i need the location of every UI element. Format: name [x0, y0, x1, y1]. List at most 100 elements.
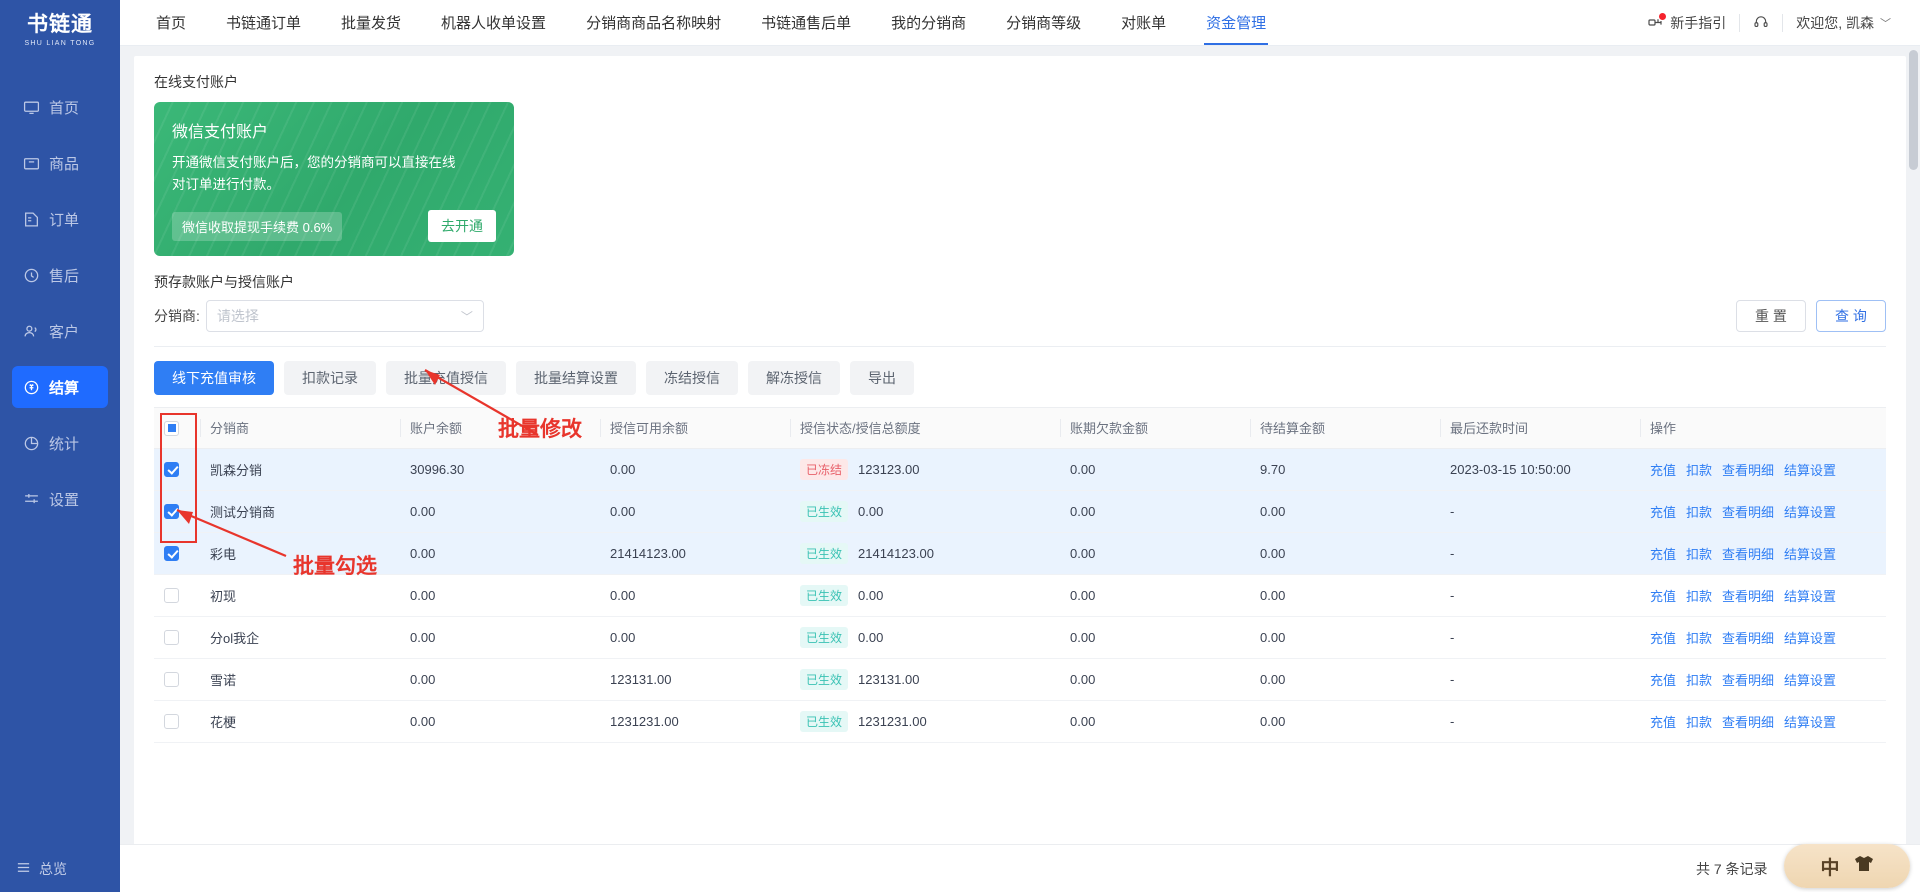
row-checkbox[interactable]	[164, 714, 179, 730]
action-link[interactable]: 结算设置	[1784, 463, 1836, 478]
action-link[interactable]: 充值	[1650, 631, 1676, 646]
table-row[interactable]: 凯森分销 30996.30 0.00 已冻结 123123.00 0.00 9.70 2023…	[154, 448, 1886, 491]
tab-statements[interactable]: 对账单	[1101, 0, 1186, 45]
support-button[interactable]	[1740, 12, 1782, 34]
th-credit-status[interactable]: 授信状态/授信总额度	[790, 408, 1060, 449]
action-link[interactable]: 充值	[1650, 505, 1676, 520]
user-menu[interactable]: 欢迎您, 凯森 ﹀	[1783, 12, 1904, 34]
action-link[interactable]: 扣款	[1686, 505, 1712, 520]
logo[interactable]: 书链通 SHU LIAN TONG	[0, 0, 120, 60]
offline-recharge-review-button[interactable]: 线下充值审核	[154, 361, 274, 395]
action-link[interactable]: 查看明细	[1722, 673, 1774, 688]
row-checkbox[interactable]	[164, 672, 179, 688]
shirt-icon[interactable]	[1854, 855, 1874, 878]
action-link[interactable]: 扣款	[1686, 463, 1712, 478]
action-link[interactable]: 扣款	[1686, 631, 1712, 646]
th-debt[interactable]: 账期欠款金额	[1060, 408, 1250, 449]
row-checkbox[interactable]	[164, 462, 179, 478]
table-row[interactable]: 测试分销商 0.00 0.00 已生效 0.00 0.00 0.00- 充值 扣款 查看明细 结算设…	[154, 490, 1886, 533]
tab-batch-ship[interactable]: 批量发货	[321, 0, 421, 45]
table-row[interactable]: 彩电 0.00 21414123.00 已生效 21414123.00 0.00 0.00-…	[154, 532, 1886, 575]
th-credit-avail[interactable]: 授信可用余额	[600, 408, 790, 449]
action-link[interactable]: 充值	[1650, 547, 1676, 562]
action-link[interactable]: 结算设置	[1784, 631, 1836, 646]
tab-label: 批量发货	[341, 15, 402, 32]
sidebar-overview-toggle[interactable]: 总览	[0, 846, 120, 892]
distributor-select-placeholder: 请选择	[216, 308, 259, 324]
table-row[interactable]: 雪诺 0.00 123131.00 已生效 123131.00 0.00 0.00- 充值 扣款…	[154, 658, 1886, 701]
action-link[interactable]: 充值	[1650, 463, 1676, 478]
action-link[interactable]: 查看明细	[1722, 547, 1774, 562]
tab-slt-orders[interactable]: 书链通订单	[206, 0, 321, 45]
sidebar-nav: 首页 商品 订单 售后 客户 结算 统计 设置	[0, 86, 120, 520]
action-link[interactable]: 查看明细	[1722, 631, 1774, 646]
page-scroll: 在线支付账户 微信支付账户 开通微信支付账户后，您的分销商可以直接在线对订单进行…	[120, 46, 1920, 892]
freeze-credit-button[interactable]: 冻结授信	[646, 361, 738, 395]
action-link[interactable]: 查看明细	[1722, 463, 1774, 478]
open-wechat-pay-button[interactable]: 去开通	[428, 210, 496, 242]
distributor-select[interactable]: 请选择 ﹀	[205, 300, 484, 332]
chevron-down-icon: ﹀	[1880, 17, 1891, 30]
action-link[interactable]: 查看明细	[1722, 715, 1774, 730]
action-link[interactable]: 查看明细	[1722, 505, 1774, 520]
tab-home[interactable]: 首页	[136, 0, 206, 45]
action-link[interactable]: 扣款	[1686, 673, 1712, 688]
action-link[interactable]: 结算设置	[1784, 505, 1836, 520]
action-link[interactable]: 结算设置	[1784, 547, 1836, 562]
sidebar-item-settlement[interactable]: 结算	[12, 366, 108, 408]
action-link[interactable]: 结算设置	[1784, 589, 1836, 604]
tab-distributor-levels[interactable]: 分销商等级	[986, 0, 1101, 45]
tab-label: 机器人收单设置	[441, 15, 547, 32]
batch-recharge-credit-button[interactable]: 批量充值授信	[386, 361, 506, 395]
sidebar-item-orders[interactable]: 订单	[12, 198, 108, 240]
action-link[interactable]: 查看明细	[1722, 589, 1774, 604]
action-link[interactable]: 扣款	[1686, 589, 1712, 604]
tab-product-mapping[interactable]: 分销商商品名称映射	[566, 0, 741, 45]
tab-aftersale-orders[interactable]: 书链通售后单	[741, 0, 871, 45]
table-row[interactable]: 花梗 0.00 1231231.00 已生效 1231231.00 0.00 0.00- 充值…	[154, 700, 1886, 743]
batch-settlement-settings-button[interactable]: 批量结算设置	[516, 361, 636, 395]
tab-robot-settings[interactable]: 机器人收单设置	[421, 0, 566, 45]
select-all-checkbox[interactable]	[164, 420, 179, 436]
sidebar-item-stats[interactable]: 统计	[12, 422, 108, 464]
action-link[interactable]: 扣款	[1686, 715, 1712, 730]
row-checkbox[interactable]	[164, 630, 179, 646]
sidebar-item-goods[interactable]: 商品	[12, 142, 108, 184]
cell-actions: 充值 扣款 查看明细 结算设置	[1640, 532, 1886, 575]
newbie-guide-button[interactable]: 新手指引	[1635, 12, 1739, 34]
action-link[interactable]: 扣款	[1686, 547, 1712, 562]
th-distributor[interactable]: 分销商	[200, 408, 400, 449]
export-button[interactable]: 导出	[850, 361, 914, 395]
vertical-scrollbar[interactable]	[1909, 46, 1918, 892]
sidebar-item-home[interactable]: 首页	[12, 86, 108, 128]
sidebar-item-aftersale[interactable]: 售后	[12, 254, 108, 296]
app-root: 书链通 SHU LIAN TONG 首页 商品 订单 售后 客户 结算 统计 设…	[0, 0, 1920, 892]
sidebar-item-settings[interactable]: 设置	[12, 478, 108, 520]
row-checkbox[interactable]	[164, 546, 179, 562]
ime-floating-widget[interactable]: 中	[1784, 844, 1910, 888]
th-pending[interactable]: 待结算金额	[1250, 408, 1440, 449]
reset-button[interactable]: 重 置	[1736, 300, 1806, 332]
sidebar-item-customer[interactable]: 客户	[12, 310, 108, 352]
th-last-repay[interactable]: 最后还款时间	[1440, 408, 1640, 449]
unfreeze-credit-button[interactable]: 解冻授信	[748, 361, 840, 395]
th-balance[interactable]: 账户余额	[400, 408, 600, 449]
action-link[interactable]: 结算设置	[1784, 715, 1836, 730]
tab-fund-management[interactable]: 资金管理	[1186, 0, 1286, 45]
row-checkbox[interactable]	[164, 588, 179, 604]
action-link[interactable]: 充值	[1650, 673, 1676, 688]
table-row[interactable]: 初现 0.00 0.00 已生效 0.00 0.00 0.00- 充值 扣款 查看明细 结算设置	[154, 574, 1886, 617]
cell-distributor: 花梗	[200, 700, 400, 743]
action-link[interactable]: 结算设置	[1784, 673, 1836, 688]
table-row[interactable]: 分ol我企 0.00 0.00 已生效 0.00 0.00 0.00- 充值 扣款 查看明细 结算设…	[154, 616, 1886, 659]
top-navigation: 首页 书链通订单 批量发货 机器人收单设置 分销商商品名称映射 书链通售后单 我…	[120, 0, 1635, 45]
scrollbar-thumb[interactable]	[1909, 50, 1918, 170]
ime-mode-label[interactable]: 中	[1820, 853, 1839, 880]
sidebar-overview-label: 总览	[39, 861, 67, 877]
query-button[interactable]: 查 询	[1816, 300, 1886, 332]
row-checkbox[interactable]	[164, 504, 179, 520]
action-link[interactable]: 充值	[1650, 715, 1676, 730]
deduction-records-button[interactable]: 扣款记录	[284, 361, 376, 395]
action-link[interactable]: 充值	[1650, 589, 1676, 604]
tab-my-distributors[interactable]: 我的分销商	[871, 0, 986, 45]
